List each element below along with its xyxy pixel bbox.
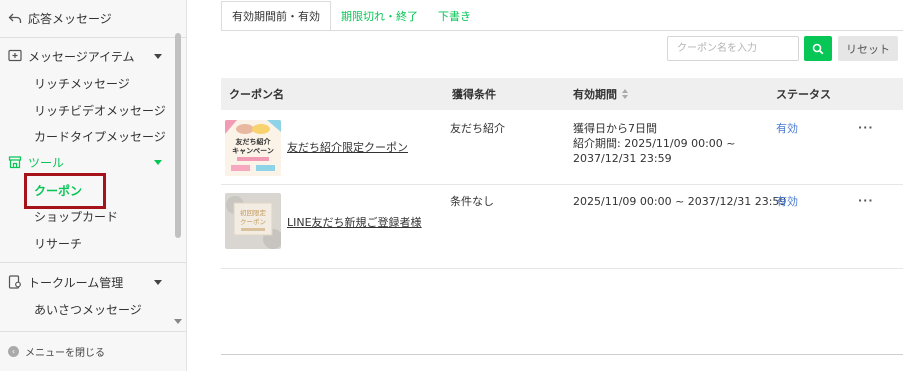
close-menu-button[interactable]: ‹ メニューを閉じる — [8, 344, 105, 359]
chevron-down-icon — [154, 280, 162, 285]
status-badge: 有効 — [776, 195, 798, 208]
table-header: クーポン名 獲得条件 有効期間 ステータス — [221, 78, 903, 110]
sidebar-item-label: ツール — [28, 155, 65, 170]
reply-icon — [8, 13, 22, 23]
condition-cell: 友だち紹介 — [450, 122, 505, 135]
sidebar-item-greeting-message[interactable]: あいさつメッセージ — [34, 300, 208, 318]
table-row: 初回限定 クーポン LINE友だち新規ご登録者様 条件なし 2025/11/09… — [221, 185, 903, 269]
divider — [0, 37, 186, 38]
coupon-thumbnail: 友だち紹介 キャンペーン — [225, 120, 281, 176]
sidebar-item-card-type-message[interactable]: カードタイプメッセージ — [34, 127, 208, 145]
period-line: 紹介期間: 2025/11/09 00:00 ~ — [573, 137, 736, 150]
period-line: 獲得日から7日間 — [573, 122, 657, 135]
reset-button[interactable]: リセット — [838, 36, 898, 61]
column-header-status: ステータス — [776, 88, 831, 101]
period-line: 2037/12/31 23:59 — [573, 152, 672, 165]
sidebar-item-coupon[interactable]: クーポン — [34, 181, 208, 199]
talkroom-settings-icon — [8, 275, 21, 289]
coupon-search-input[interactable] — [667, 36, 799, 61]
sidebar-item-talkroom[interactable]: トークルーム管理 — [8, 273, 182, 291]
sidebar-item-shop-card[interactable]: ショップカード — [34, 207, 208, 225]
chevron-left-icon: ‹ — [8, 346, 19, 357]
sidebar: 応答メッセージ メッセージアイテム リッチメッセージ リッチビデオメッセージ カ… — [0, 0, 187, 371]
table-row: 友だち紹介 キャンペーン 友だち紹介限定クーポン 友だち紹介 獲得日から7日間 … — [221, 110, 903, 185]
message-plus-icon — [8, 49, 22, 62]
app: 応答メッセージ メッセージアイテム リッチメッセージ リッチビデオメッセージ カ… — [0, 0, 903, 371]
more-options-icon[interactable]: ··· — [858, 194, 874, 207]
sidebar-item-auto-reply[interactable]: 応答メッセージ — [8, 9, 182, 27]
scroll-down-arrow-icon[interactable] — [174, 319, 182, 324]
sidebar-scrollbar[interactable] — [175, 33, 181, 238]
shop-icon — [8, 156, 22, 169]
coupon-image: 初回限定 クーポン — [225, 193, 281, 249]
chevron-down-icon — [154, 160, 162, 165]
sidebar-item-research[interactable]: リサーチ — [34, 234, 208, 252]
coupon-image: 友だち紹介 キャンペーン — [225, 120, 281, 176]
divider — [0, 331, 186, 332]
search-button[interactable] — [804, 36, 832, 61]
condition-cell: 条件なし — [450, 195, 494, 208]
coupon-name-link[interactable]: LINE友だち新規ご登録者様 — [287, 214, 422, 230]
status-badge: 有効 — [776, 122, 798, 135]
sort-icon[interactable] — [622, 89, 628, 99]
thumb-text: 友だち紹介 — [235, 137, 272, 146]
sidebar-item-label: 応答メッセージ — [28, 11, 112, 26]
column-header-period[interactable]: 有効期間 — [573, 78, 628, 110]
coupon-thumbnail: 初回限定 クーポン — [225, 193, 281, 249]
sidebar-item-rich-video-message[interactable]: リッチビデオメッセージ — [34, 101, 208, 119]
sidebar-item-rich-message[interactable]: リッチメッセージ — [34, 74, 208, 92]
column-header-name: クーポン名 — [229, 88, 284, 101]
chevron-down-icon — [154, 54, 162, 59]
thumb-text: クーポン — [240, 218, 266, 226]
coupon-name-link[interactable]: 友だち紹介限定クーポン — [287, 139, 408, 155]
tab-active-coupons[interactable]: 有効期間前・有効 — [221, 1, 331, 31]
thumb-text: 初回限定 — [240, 208, 267, 217]
column-header-condition: 獲得条件 — [452, 88, 496, 101]
sidebar-item-tools[interactable]: ツール — [8, 153, 182, 171]
sidebar-item-label: トークルーム管理 — [28, 275, 124, 290]
period-line: 2025/11/09 00:00 ~ 2037/12/31 23:59 — [573, 195, 787, 208]
table-bottom-divider — [221, 354, 903, 355]
sidebar-item-message-items[interactable]: メッセージアイテム — [8, 47, 182, 65]
sidebar-item-label: メッセージアイテム — [28, 49, 135, 64]
divider — [0, 262, 186, 263]
search-icon — [812, 43, 824, 54]
tab-drafts[interactable]: 下書き — [428, 1, 481, 31]
tab-expired-coupons[interactable]: 期限切れ・終了 — [331, 1, 428, 31]
tabs-divider — [221, 30, 903, 31]
more-options-icon[interactable]: ··· — [858, 121, 874, 134]
coupon-tabs: 有効期間前・有効 期限切れ・終了 下書き — [221, 1, 481, 31]
thumb-text: キャンペーン — [232, 147, 274, 155]
